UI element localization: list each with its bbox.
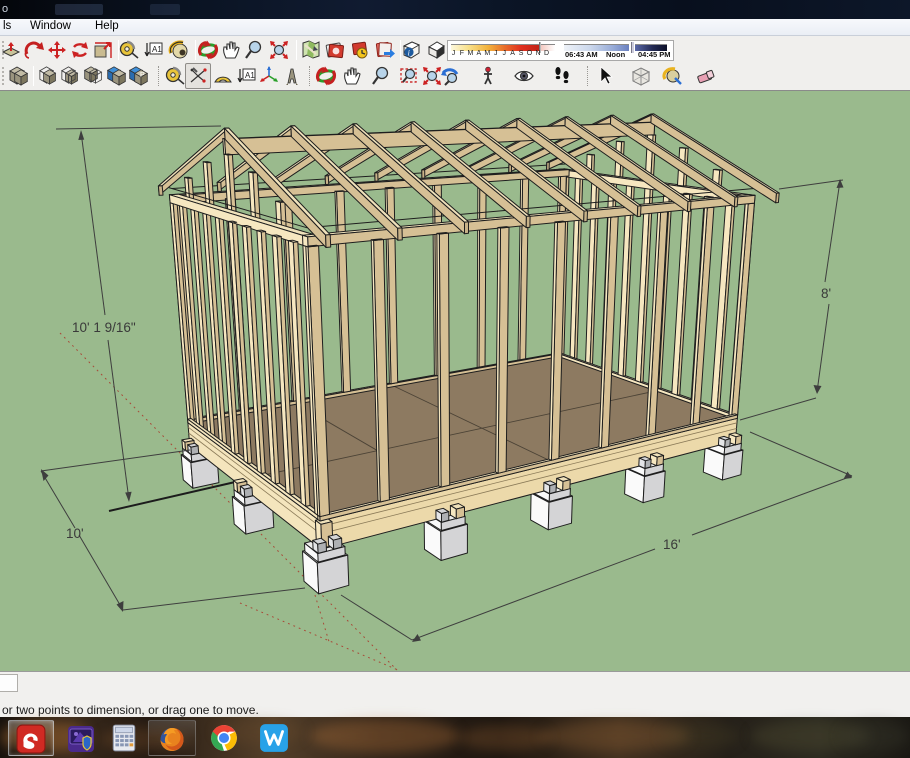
svg-text:i: i — [408, 48, 410, 57]
svg-text:10': 10' — [66, 526, 84, 541]
svg-text:A1: A1 — [152, 45, 162, 54]
svg-text:8': 8' — [821, 286, 831, 301]
svg-text:P: P — [140, 72, 145, 79]
svg-text:10' 1 9/16": 10' 1 9/16" — [72, 320, 136, 335]
svg-text:A1: A1 — [245, 71, 255, 80]
svg-text:16': 16' — [663, 537, 681, 552]
